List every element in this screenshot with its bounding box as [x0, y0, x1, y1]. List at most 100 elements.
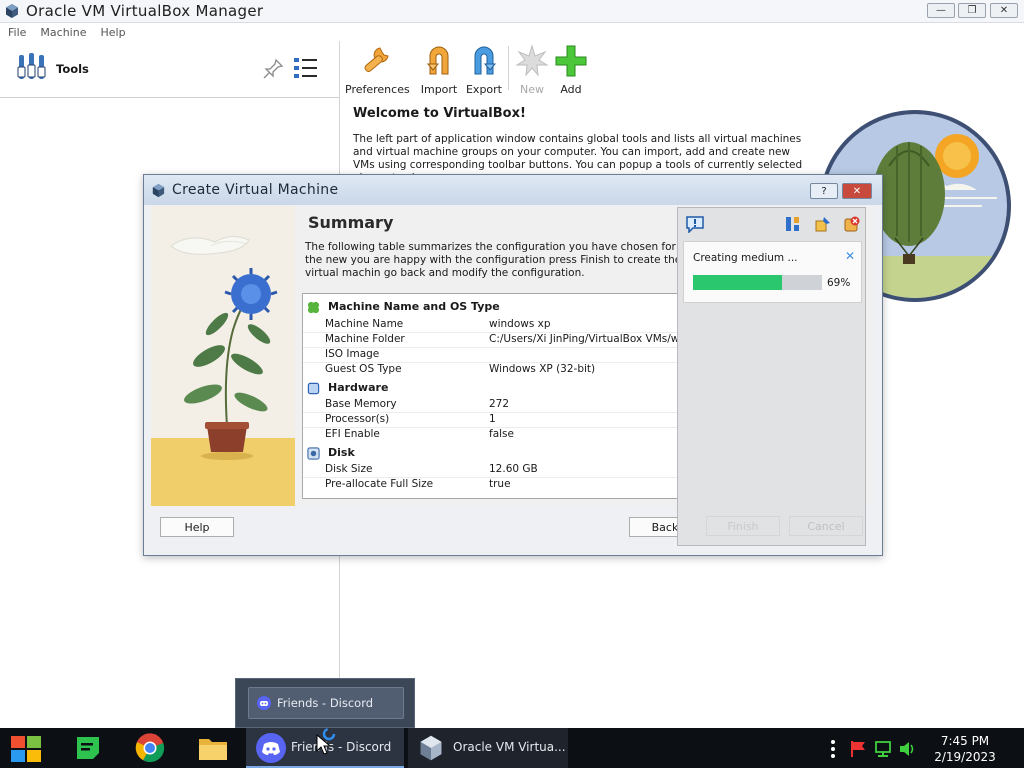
- progress-notification: Creating medium ... ✕ 69%: [683, 241, 862, 303]
- taskbar-discord-label: Friends - Discord: [291, 740, 392, 754]
- taskbar-virtualbox-label: Oracle VM Virtua...: [453, 740, 566, 754]
- section-label: Disk: [328, 446, 355, 459]
- tray-overflow-icon[interactable]: [831, 740, 836, 758]
- taskbar-app-notes[interactable]: [62, 728, 114, 768]
- folder-icon: [199, 739, 227, 760]
- menu-help[interactable]: Help: [100, 26, 125, 39]
- table-row: Guest OS Type Windows XP (32-bit): [325, 363, 693, 378]
- help-button[interactable]: Help: [160, 517, 234, 537]
- notification-center: Creating medium ... ✕ 69%: [677, 207, 866, 546]
- row-key: Machine Folder: [325, 333, 405, 345]
- taskbar-app-explorer[interactable]: [188, 728, 240, 768]
- section-disk: Disk: [307, 446, 355, 460]
- row-value: windows xp: [489, 318, 551, 330]
- maximize-button[interactable]: ❐: [958, 3, 986, 18]
- progress-bar: [693, 275, 822, 290]
- row-key: Disk Size: [325, 463, 373, 475]
- progress-percent: 69%: [827, 277, 851, 289]
- clock-time: 7:45 PM: [940, 734, 990, 748]
- chrome-icon: [135, 733, 165, 763]
- preferences-button[interactable]: Preferences: [345, 44, 410, 96]
- cancel-progress-icon[interactable]: ✕: [845, 249, 855, 263]
- virtualbox-logo-icon: [6, 4, 18, 18]
- table-row: Machine Folder C:/Users/Xi JinPing/Virtua…: [325, 333, 693, 348]
- export-label: Export: [465, 83, 502, 96]
- new-button[interactable]: New: [514, 44, 550, 96]
- section-name-os: Machine Name and OS Type: [307, 300, 500, 314]
- import-button[interactable]: Import: [420, 44, 458, 96]
- start-button[interactable]: [0, 728, 52, 768]
- virtualbox-logo-icon: [420, 735, 442, 761]
- export-button[interactable]: Export: [465, 44, 503, 96]
- window-titlebar: Oracle VM VirtualBox Manager — ❐ ✕: [0, 0, 1024, 23]
- taskbar-app-chrome[interactable]: [124, 728, 178, 768]
- pin-icon[interactable]: [262, 58, 284, 80]
- row-key: Pre-allocate Full Size: [325, 478, 434, 490]
- dialog-titlebar: Create Virtual Machine ? ✕: [144, 175, 882, 205]
- discord-icon: [256, 733, 286, 763]
- clock-date: 2/19/2023: [934, 750, 996, 764]
- plant-illustration-icon: [151, 236, 295, 506]
- taskbar-thumbnail-popup[interactable]: Friends - Discord: [235, 678, 415, 728]
- busy-spinner-icon: [322, 727, 336, 741]
- row-key: Guest OS Type: [325, 363, 402, 375]
- summary-table: Machine Name and OS Type Machine Name win…: [302, 293, 694, 499]
- tools-item[interactable]: Tools: [0, 41, 340, 98]
- welcome-title: Welcome to VirtualBox!: [353, 106, 526, 121]
- green-notes-icon: [77, 737, 99, 759]
- add-label: Add: [560, 83, 582, 96]
- taskbar-app-discord[interactable]: Friends - Discord: [246, 727, 404, 768]
- table-row: Base Memory 272: [325, 398, 693, 413]
- new-label: New: [520, 83, 544, 96]
- volume-icon[interactable]: [898, 740, 916, 758]
- summary-title: Summary: [308, 213, 394, 232]
- add-button[interactable]: Add: [553, 44, 589, 96]
- popup-item[interactable]: Friends - Discord: [248, 687, 404, 719]
- menu-machine[interactable]: Machine: [40, 26, 86, 39]
- taskbar-app-virtualbox[interactable]: Oracle VM Virtua...: [408, 728, 568, 768]
- table-row: Pre-allocate Full Size true: [325, 478, 693, 493]
- finish-button[interactable]: Finish: [706, 516, 780, 536]
- chip-icon: [307, 382, 320, 394]
- row-value: 272: [489, 398, 510, 410]
- network-icon[interactable]: [874, 740, 892, 758]
- table-row: Machine Name windows xp: [325, 318, 693, 333]
- red-flag-icon[interactable]: [849, 740, 867, 758]
- remove-finished-icon[interactable]: [843, 215, 861, 233]
- row-key: Processor(s): [325, 413, 390, 425]
- section-label: Hardware: [328, 381, 389, 394]
- row-key: Base Memory: [325, 398, 397, 410]
- table-row: Processor(s) 1: [325, 413, 693, 428]
- row-key: ISO Image: [325, 348, 380, 360]
- sort-icon[interactable]: [784, 215, 802, 233]
- windows-logo-icon: [11, 736, 41, 762]
- minimize-button[interactable]: —: [927, 3, 955, 18]
- notification-bubble-icon[interactable]: [685, 215, 705, 233]
- row-value: 12.60 GB: [489, 463, 538, 475]
- dialog-help-button[interactable]: ?: [810, 183, 838, 199]
- table-row: EFI Enable false: [325, 428, 693, 443]
- row-value: false: [489, 428, 514, 440]
- wizard-watermark: [151, 206, 295, 506]
- import-icon: [426, 46, 449, 75]
- add-plus-icon: [555, 45, 587, 77]
- tools-icon: [17, 53, 46, 79]
- menu-file[interactable]: File: [8, 26, 26, 39]
- row-value: 1: [489, 413, 496, 425]
- close-window-button[interactable]: ✕: [990, 3, 1018, 18]
- progress-bar-fill: [693, 275, 782, 290]
- preferences-label: Preferences: [345, 83, 410, 96]
- keep-finished-icon[interactable]: [814, 215, 832, 233]
- row-value: C:/Users/Xi JinPing/VirtualBox VMs/windo…: [489, 333, 693, 345]
- progress-message: Creating medium ...: [693, 252, 798, 264]
- cancel-button[interactable]: Cancel: [789, 516, 863, 536]
- menu-bar: File Machine Help: [0, 23, 1024, 41]
- row-key: EFI Enable: [325, 428, 380, 440]
- clock[interactable]: 7:45 PM 2/19/2023: [930, 733, 1000, 765]
- summary-description: The following table summarizes the confi…: [305, 241, 682, 279]
- export-icon: [474, 46, 497, 75]
- row-key: Machine Name: [325, 318, 404, 330]
- dialog-close-button[interactable]: ✕: [842, 183, 872, 199]
- table-row: Disk Size 12.60 GB: [325, 463, 693, 478]
- list-menu-icon[interactable]: [293, 56, 319, 80]
